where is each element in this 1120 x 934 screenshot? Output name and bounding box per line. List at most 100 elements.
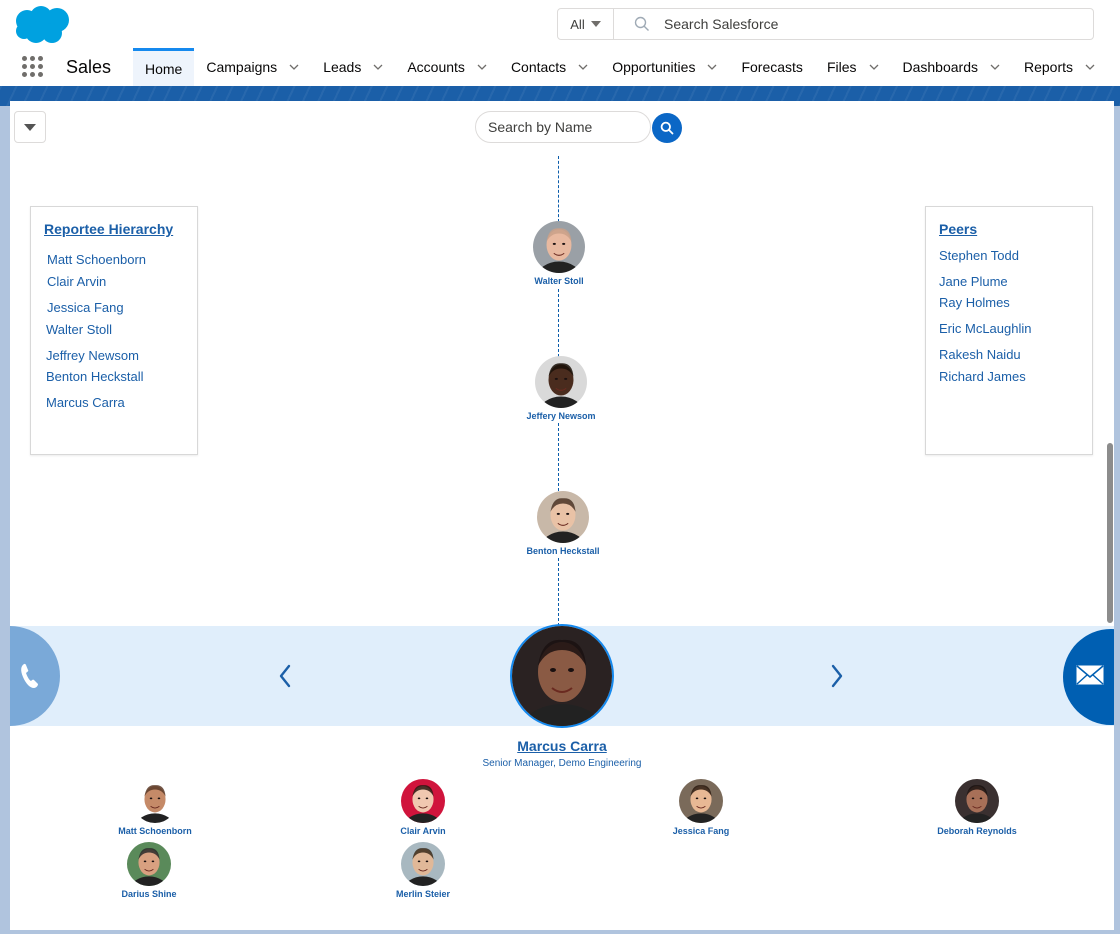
peer-item[interactable]: Eric McLaughlin [939,321,1032,336]
options-menu-button[interactable] [14,111,46,143]
report-node[interactable]: Darius Shine [89,842,209,899]
chevron-down-icon[interactable] [990,62,1000,72]
reportee-hierarchy-item[interactable]: Benton Heckstall [46,369,144,384]
search-scope-label: All [570,16,585,32]
tab-label: Files [826,59,857,75]
scrollbar-thumb[interactable] [1107,443,1113,623]
manager-node[interactable]: Jeffery Newsom [501,356,621,421]
tab-home[interactable]: Home [133,48,195,86]
report-name[interactable]: Clair Arvin [363,826,483,836]
peers-title[interactable]: Peers [939,221,977,237]
tab-label: Home [145,60,183,77]
avatar[interactable] [679,779,723,823]
report-name[interactable]: Jessica Fang [641,826,761,836]
org-chart-card: Reportee Hierarchy Matt Schoenborn Clair… [10,101,1114,930]
peer-item[interactable]: Ray Holmes [939,295,1010,310]
email-icon [1076,665,1104,685]
search-scope-dropdown[interactable]: All [558,9,614,39]
report-name[interactable]: Matt Schoenborn [95,826,215,836]
chevron-down-icon[interactable] [707,62,717,72]
person-photo [535,356,587,408]
avatar[interactable] [955,779,999,823]
report-node[interactable]: Matt Schoenborn [95,779,215,836]
manager-name[interactable]: Jeffery Newsom [501,411,621,421]
person-photo [955,779,999,823]
focus-avatar[interactable] [510,624,614,728]
peer-item[interactable]: Rakesh Naidu [939,347,1021,362]
tab-forecasts[interactable]: Forecasts [729,48,814,86]
reportee-hierarchy-item[interactable]: Jeffrey Newsom [46,348,139,363]
reportee-hierarchy-panel: Reportee Hierarchy Matt Schoenborn Clair… [30,206,198,455]
person-photo [512,626,612,726]
reportee-hierarchy-title[interactable]: Reportee Hierarchy [44,221,173,237]
nav-bar: Sales Home Campaigns Leads Accounts Contacts… [0,48,1120,86]
person-photo [533,221,585,273]
app-name: Sales [66,57,112,77]
tab-reports[interactable]: Reports [1012,48,1107,86]
hierarchy-connector [558,558,559,626]
global-search-box: All [557,8,1094,40]
manager-name[interactable]: Walter Stoll [499,276,619,286]
hierarchy-connector [558,289,559,357]
search-by-name-input[interactable] [475,111,651,143]
app-launcher-icon[interactable] [22,56,44,78]
report-node[interactable]: Clair Arvin [363,779,483,836]
avatar[interactable] [401,779,445,823]
person-photo [401,842,445,886]
avatar[interactable] [537,491,589,543]
avatar[interactable] [401,842,445,886]
person-photo [401,779,445,823]
report-node[interactable]: Jessica Fang [641,779,761,836]
focus-job-title: Senior Manager, Demo Engineering [482,758,642,769]
tab-dashboards[interactable]: Dashboards [891,48,1013,86]
reportee-hierarchy-item[interactable]: Clair Arvin [47,274,106,289]
tab-contacts[interactable]: Contacts [499,48,600,86]
tab-label: Accounts [407,59,465,75]
peer-item[interactable]: Richard James [939,369,1026,384]
report-name[interactable]: Merlin Steier [363,889,483,899]
manager-node[interactable]: Benton Heckstall [503,491,623,556]
person-photo [537,491,589,543]
reportee-hierarchy-item[interactable]: Jessica Fang [47,300,124,315]
chevron-down-icon[interactable] [373,62,383,72]
tab-accounts[interactable]: Accounts [395,48,499,86]
focus-name-link[interactable]: Marcus Carra [517,738,607,754]
peer-item[interactable]: Jane Plume [939,274,1008,289]
reportee-hierarchy-item[interactable]: Matt Schoenborn [47,252,146,267]
tab-leads[interactable]: Leads [311,48,395,86]
tab-files[interactable]: Files [815,48,891,86]
avatar[interactable] [533,221,585,273]
person-photo [679,779,723,823]
avatar[interactable] [133,779,177,823]
chevron-down-icon[interactable] [869,62,879,72]
chevron-down-icon[interactable] [477,62,487,72]
salesforce-logo[interactable] [14,5,72,45]
tab-opportunities[interactable]: Opportunities [600,48,729,86]
tab-campaigns[interactable]: Campaigns [194,48,311,86]
peer-item[interactable]: Stephen Todd [939,248,1019,263]
previous-arrow-icon[interactable] [278,664,292,688]
avatar[interactable] [535,356,587,408]
nav-tabs: Home Campaigns Leads Accounts Contacts Opport… [133,48,1107,86]
report-name[interactable]: Darius Shine [89,889,209,899]
caret-down-icon [24,123,36,131]
chevron-down-icon[interactable] [1085,62,1095,72]
manager-name[interactable]: Benton Heckstall [503,546,623,556]
next-arrow-icon[interactable] [830,664,844,688]
tab-label: Campaigns [206,59,278,75]
tab-label: Forecasts [741,59,803,75]
report-node[interactable]: Deborah Reynolds [917,779,1037,836]
chevron-down-icon[interactable] [289,62,299,72]
chevron-down-icon[interactable] [578,62,588,72]
report-name[interactable]: Deborah Reynolds [917,826,1037,836]
avatar[interactable] [127,842,171,886]
reportee-hierarchy-item[interactable]: Walter Stoll [46,322,112,337]
reportee-hierarchy-item[interactable]: Marcus Carra [46,395,125,410]
tab-label: Opportunities [612,59,696,75]
global-search-input[interactable] [664,16,1093,32]
search-button[interactable] [652,113,682,143]
manager-node[interactable]: Walter Stoll [499,221,619,286]
report-node[interactable]: Merlin Steier [363,842,483,899]
search-icon [660,121,674,135]
person-photo [133,779,177,823]
